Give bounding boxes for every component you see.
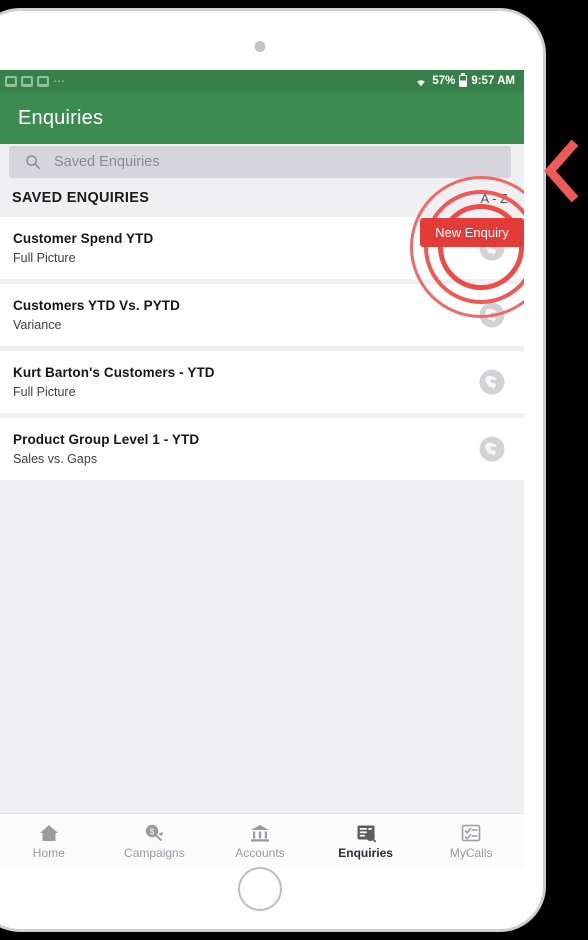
list-item[interactable]: Customers YTD Vs. PYTD Variance	[0, 284, 524, 346]
search-row: Saved Enquiries	[0, 144, 524, 180]
new-enquiry-button[interactable]: New Enquiry	[420, 218, 524, 247]
svg-text:$: $	[150, 828, 155, 837]
battery-percent-label: 57%	[432, 75, 456, 87]
notification-icon	[5, 75, 17, 87]
list-item-title: Kurt Barton's Customers - YTD	[13, 365, 215, 380]
globe-icon	[479, 369, 505, 395]
nav-label: Home	[32, 846, 65, 860]
list-item-subtitle: Sales vs. Gaps	[13, 452, 98, 466]
home-icon	[39, 825, 58, 841]
globe-icon	[479, 436, 505, 462]
phone-screen: ⋯ 57% 9:57 AM Enquiries Saved Enquiries …	[0, 70, 524, 869]
list-item-title: Customers YTD Vs. PYTD	[13, 298, 180, 313]
chevron-left-icon	[544, 140, 579, 202]
list-item-subtitle: Variance	[13, 318, 62, 332]
list-item-subtitle: Full Picture	[13, 385, 76, 399]
status-bar: ⋯ 57% 9:57 AM	[0, 70, 524, 92]
globe-icon	[479, 302, 505, 328]
list-item[interactable]: Kurt Barton's Customers - YTD Full Pictu…	[0, 351, 524, 413]
list-item-texts: Customers YTD Vs. PYTD Variance	[13, 298, 180, 332]
bank-icon	[250, 825, 269, 842]
annotation-canvas: ⋯ 57% 9:57 AM Enquiries Saved Enquiries …	[0, 0, 588, 940]
nav-item-campaigns[interactable]: $ Campaigns	[102, 814, 208, 869]
nav-label: Campaigns	[124, 846, 185, 860]
nav-label: Enquiries	[338, 846, 393, 860]
nav-label: MyCalls	[449, 846, 493, 860]
list-item-texts: Customer Spend YTD Full Picture	[13, 231, 153, 265]
list-item[interactable]: Product Group Level 1 - YTD Sales vs. Ga…	[0, 418, 524, 480]
status-bar-notifications: ⋯	[5, 74, 66, 88]
campaign-magnifier-icon: $	[146, 824, 164, 841]
list-item-title: Customer Spend YTD	[13, 231, 154, 246]
nav-item-accounts[interactable]: Accounts	[207, 814, 313, 869]
list-item-title: Product Group Level 1 - YTD	[13, 432, 200, 447]
nav-item-home[interactable]: Home	[0, 814, 102, 869]
section-header: SAVED ENQUIRIES A - Z	[0, 180, 524, 216]
list-item-texts: Product Group Level 1 - YTD Sales vs. Ga…	[13, 432, 199, 466]
section-title-label: SAVED ENQUIRIES	[12, 190, 150, 206]
saved-enquiries-list: Customer Spend YTD Full Picture Customer…	[0, 216, 524, 480]
app-bar: Enquiries	[0, 92, 524, 144]
image-icon	[21, 75, 33, 87]
search-input[interactable]: Saved Enquiries	[9, 146, 511, 178]
list-item-texts: Kurt Barton's Customers - YTD Full Pictu…	[13, 365, 215, 399]
nav-item-mycalls[interactable]: MyCalls	[418, 814, 524, 869]
battery-icon	[459, 75, 468, 87]
home-circle-button[interactable]	[238, 867, 282, 911]
status-bar-system: 57% 9:57 AM	[414, 75, 515, 87]
more-dots-icon: ⋯	[53, 74, 66, 88]
wifi-icon	[417, 79, 426, 86]
list-item-subtitle: Full Picture	[13, 251, 76, 265]
clock-label: 9:57 AM	[471, 75, 515, 87]
nav-item-enquiries[interactable]: Enquiries	[313, 814, 419, 869]
bottom-navigation-bar: Home $ Campaigns Accounts Enquiries MyCa…	[0, 813, 524, 869]
sort-toggle-button[interactable]: A - Z	[481, 191, 508, 206]
database-search-icon	[357, 825, 376, 843]
search-placeholder-label: Saved Enquiries	[54, 154, 160, 170]
notification-icon	[37, 75, 49, 87]
search-icon	[26, 155, 41, 170]
nav-label: Accounts	[235, 846, 285, 860]
phone-device-frame: ⋯ 57% 9:57 AM Enquiries Saved Enquiries …	[0, 8, 546, 932]
camera-dot-icon	[254, 41, 266, 52]
checklist-icon	[461, 824, 481, 842]
page-title: Enquiries	[18, 106, 104, 129]
